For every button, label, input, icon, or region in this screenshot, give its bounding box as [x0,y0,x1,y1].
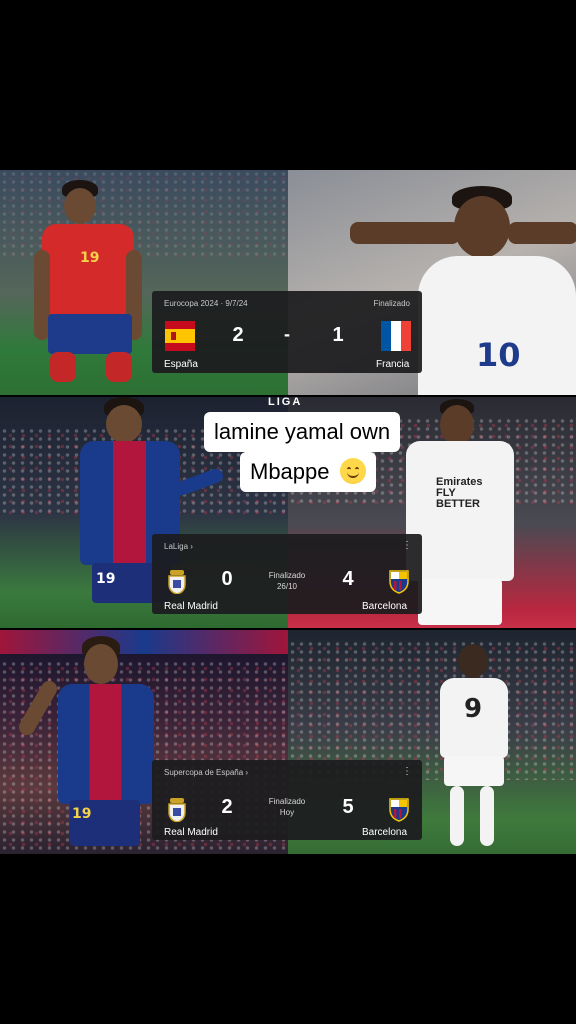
score-card-euro[interactable]: Eurocopa 2024 · 9/7/24 Finalizado 2 - 1 … [152,291,422,373]
player-yamal-barca-2: 19 [16,634,170,854]
player-yamal-spain: 19 [34,180,160,395]
caption-text-2: Mbappe [250,459,330,484]
spain-flag-icon [165,321,195,351]
match-status: Finalizado [373,299,410,308]
caption-line-1: lamine yamal own [204,412,401,452]
more-options-icon[interactable]: ⋮ [402,766,412,777]
barcelona-crest-icon [388,796,410,822]
away-score: 1 [332,324,344,346]
home-score: 2 [232,324,244,346]
crowd-background [288,640,576,780]
home-score: 2 [221,796,233,818]
watermark-liga: LIGA [268,396,303,408]
real-madrid-crest-icon [166,568,188,595]
player-mbappe-back: 9 [436,644,516,850]
caption-text-1: lamine yamal own [214,419,391,444]
score-card-supercopa[interactable]: Supercopa de España › ⋮ 2 Finalizado Hoy… [152,760,422,840]
barcelona-crest-icon [388,568,410,594]
away-team-name: Barcelona [362,601,408,612]
home-team-name: Real Madrid [164,601,218,612]
sponsor-text: Emirates FLY BETTER [436,476,483,510]
score-separator: - [284,324,290,344]
real-madrid-crest-icon [166,796,188,823]
match-status: Finalizado Hoy [268,797,306,817]
caption-line-2: Mbappe [240,452,376,492]
home-score: 0 [221,568,233,590]
away-team-name: Barcelona [362,827,408,838]
competition-label: Eurocopa 2024 · 9/7/24 [164,299,248,308]
away-team-name: Francia [376,359,410,370]
competition-link[interactable]: LaLiga › [164,542,193,554]
more-options-icon[interactable]: ⋮ [402,540,412,551]
match-status: Finalizado 26/10 [268,571,306,591]
home-team-name: España [164,359,198,370]
score-card-laliga[interactable]: LaLiga › ⋮ 0 Finalizado 26/10 4 Real Mad… [152,534,422,614]
away-score: 4 [342,568,354,590]
photo-collage: 19 1 0 19 Emirates FLY BETTER 19 9 [0,170,576,854]
france-flag-icon [381,321,411,351]
home-team-name: Real Madrid [164,827,218,838]
away-score: 5 [342,796,354,818]
smiling-face-emoji-icon [339,458,366,484]
competition-link[interactable]: Supercopa de España › [164,768,248,780]
